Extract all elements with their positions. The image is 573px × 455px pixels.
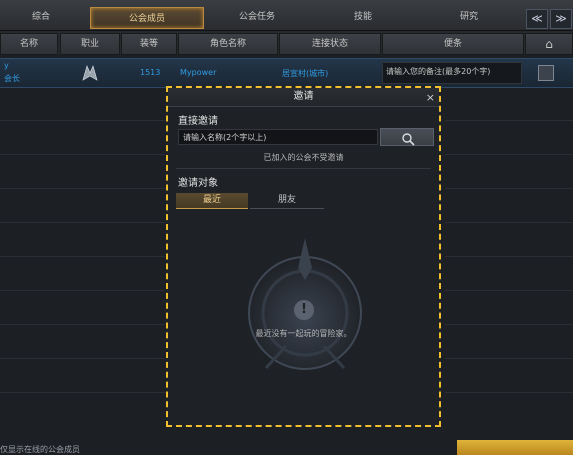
next-page-button[interactable]: ≫ — [550, 9, 572, 29]
divider — [176, 168, 431, 169]
divider — [0, 222, 165, 223]
action-icon[interactable] — [538, 65, 554, 81]
tab-overview[interactable]: 综合 — [0, 6, 82, 28]
prev-page-button[interactable]: ≪ — [526, 9, 548, 29]
rank-marker: y — [4, 61, 9, 70]
tab-guild-quests[interactable]: 公会任务 — [212, 6, 302, 28]
divider — [0, 392, 165, 393]
member-table-header: 名称 职业 装等 角色名称 连接状态 便条 ⌂ — [0, 31, 573, 55]
top-tab-bar: 综合 公会成员 公会任务 技能 研究 ≪ ≫ — [0, 0, 573, 31]
divider — [445, 154, 573, 155]
table-row[interactable]: y 会长 1513 Mypower 居宣村(城市) 请输入您的备注(最多20个字… — [0, 58, 573, 88]
class-emblem-icon — [80, 63, 100, 83]
column-note[interactable]: 便条 — [382, 33, 524, 55]
member-rank: 会长 — [4, 74, 20, 83]
note-input[interactable]: 请输入您的备注(最多20个字) — [382, 62, 522, 84]
divider — [445, 120, 573, 121]
dialog-title-bar: 邀请 × — [168, 88, 439, 107]
tab-skills[interactable]: 技能 — [318, 6, 408, 28]
column-connection-status[interactable]: 连接状态 — [279, 33, 381, 55]
tab-friends[interactable]: 朋友 — [250, 193, 324, 209]
tab-guild-members[interactable]: 公会成员 — [90, 7, 204, 29]
tab-recent[interactable]: 最近 — [176, 193, 248, 209]
divider — [445, 222, 573, 223]
search-placeholder: 请输入名称(2个字以上) — [183, 133, 267, 142]
alert-icon: ! — [294, 300, 314, 320]
search-button[interactable] — [380, 128, 434, 146]
column-item-level[interactable]: 装等 — [121, 33, 177, 55]
online-members-note: 仅显示在线的公会成员 — [0, 445, 80, 454]
search-icon — [401, 131, 415, 146]
divider — [0, 256, 165, 257]
column-class[interactable]: 职业 — [60, 33, 120, 55]
divider — [0, 290, 165, 291]
divider — [445, 290, 573, 291]
invite-target-heading: 邀请对象 — [178, 178, 218, 189]
divider — [445, 188, 573, 189]
divider — [0, 154, 165, 155]
divider — [445, 324, 573, 325]
divider — [0, 358, 165, 359]
home-icon[interactable]: ⌂ — [525, 33, 573, 55]
footer-action-button[interactable] — [457, 440, 573, 455]
column-name[interactable]: 名称 — [0, 33, 58, 55]
member-item-level: 1513 — [140, 68, 161, 77]
direct-invite-heading: 直接邀请 — [178, 116, 218, 127]
name-search-input[interactable]: 请输入名称(2个字以上) — [178, 129, 378, 145]
divider — [445, 392, 573, 393]
joined-guild-notice: 已加入的公会不受邀请 — [263, 153, 344, 162]
close-icon[interactable]: × — [426, 89, 435, 107]
member-status: 居宣村(城市) — [282, 69, 329, 78]
member-character-name: Mypower — [180, 68, 217, 77]
divider — [445, 358, 573, 359]
divider — [0, 120, 165, 121]
tab-research[interactable]: 研究 — [424, 6, 514, 28]
divider — [0, 324, 165, 325]
divider — [445, 256, 573, 257]
dialog-title: 邀请 — [293, 91, 314, 102]
divider — [0, 188, 165, 189]
column-character-name[interactable]: 角色名称 — [178, 33, 278, 55]
empty-state-message: 最近没有一起玩的冒险家。 — [255, 329, 352, 338]
note-placeholder: 请输入您的备注(最多20个字) — [386, 67, 491, 76]
invite-dialog: 邀请 × 直接邀请 请输入名称(2个字以上) 已加入的公会不受邀请 邀请对象 最… — [166, 86, 441, 427]
